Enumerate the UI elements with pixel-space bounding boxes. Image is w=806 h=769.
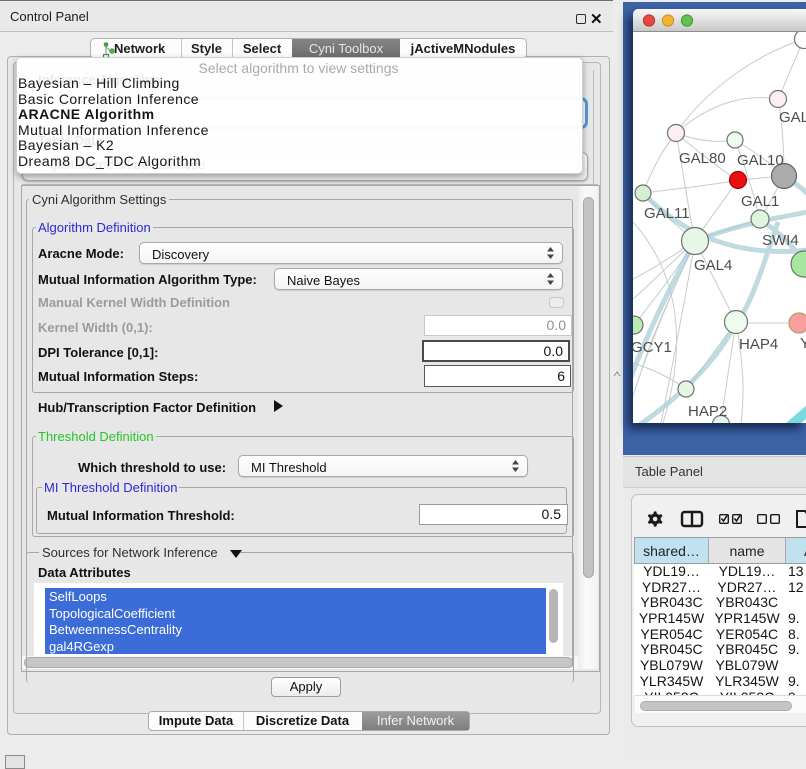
svg-text:HAP4: HAP4 bbox=[739, 336, 778, 353]
svg-text:GAL4: GAL4 bbox=[694, 257, 732, 274]
svg-text:YB: YB bbox=[800, 335, 806, 352]
svg-text:HAP2: HAP2 bbox=[688, 403, 727, 420]
svg-text:GAL80: GAL80 bbox=[679, 150, 726, 167]
svg-text:GAL7: GAL7 bbox=[779, 109, 806, 126]
svg-text:GAL1: GAL1 bbox=[741, 193, 779, 210]
svg-text:SWI4: SWI4 bbox=[762, 232, 799, 249]
svg-text:GAL10: GAL10 bbox=[737, 152, 784, 169]
svg-text:GCY1: GCY1 bbox=[633, 339, 672, 356]
svg-text:GAL11: GAL11 bbox=[644, 205, 690, 222]
